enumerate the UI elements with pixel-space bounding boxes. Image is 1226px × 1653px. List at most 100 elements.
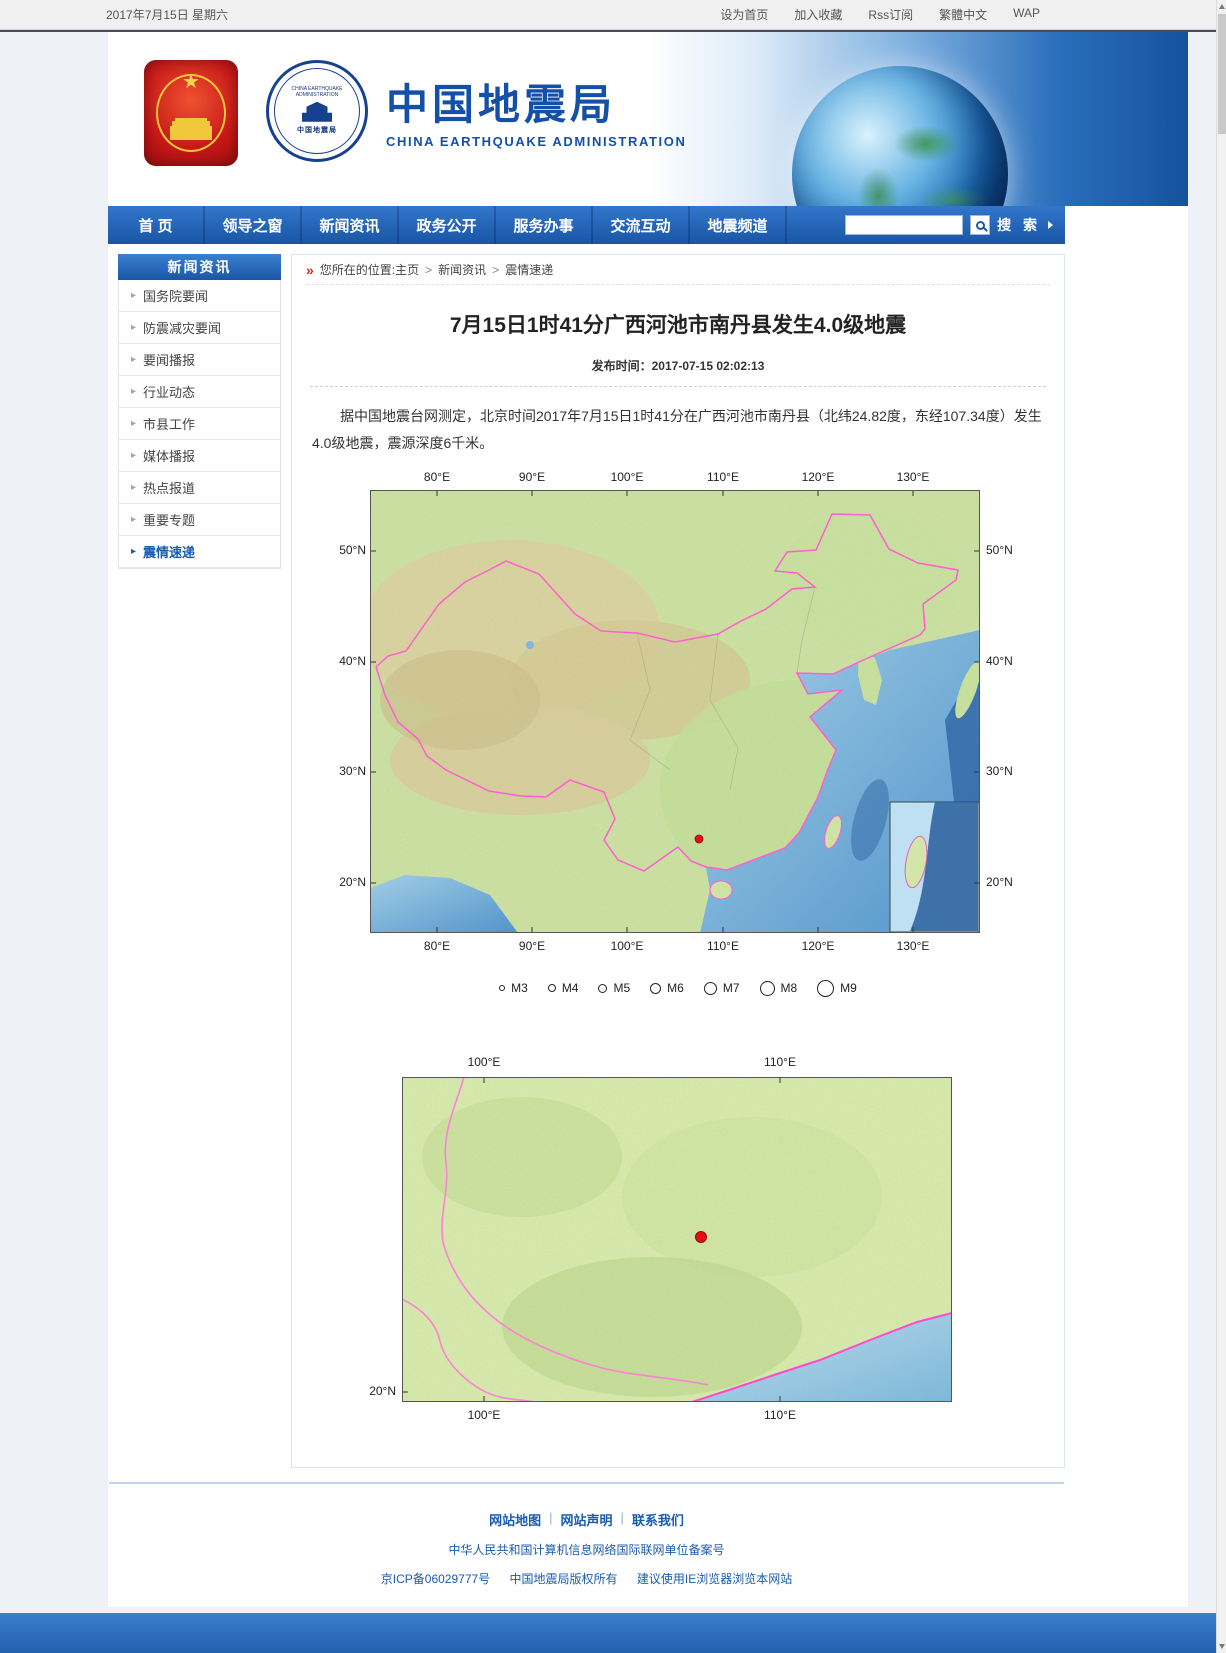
breadcrumb: » 您所在的位置:主页 > 新闻资讯 > 震情速递 [306,255,1050,285]
sidebar-item-important-topics[interactable]: ▸ 重要专题 [119,504,280,536]
scrollbar[interactable] [1216,0,1226,1653]
sidebar-item-label: 要闻播报 [143,350,195,369]
arrow-right-icon: ▸ [131,514,136,525]
cea-badge-icon: CHINA EARTHQUAKE ADMINISTRATION 中国地震局 [266,60,368,162]
sidebar-item-label: 重要专题 [143,510,195,529]
search-submit-label[interactable]: 搜 索 [997,215,1041,235]
article-body: 据中国地震台网测定，北京时间2017年7月15日1时41分在广西河池市南丹县（北… [306,403,1050,458]
lon-tick-label: 130°E [897,939,930,953]
badge-title: 中国地震局 [297,125,337,135]
publish-time-value: 2017-07-15 02:02:13 [652,359,765,373]
scroll-down-icon[interactable] [1219,1644,1225,1649]
sidebar-item-state-council-news[interactable]: ▸国务院要闻 [119,280,280,312]
footer-separator: | [621,1510,624,1529]
lon-tick-label: 90°E [519,939,545,953]
nav-item-earthquake-channel[interactable]: 地震频道 [690,206,787,244]
wap-link[interactable]: WAP [1013,6,1040,23]
sidebar-item-label: 行业动态 [143,382,195,401]
badge-core-icon [302,102,332,122]
gate-icon [170,126,212,140]
current-date: 2017年7月15日 星期六 [106,6,228,23]
arrow-right-icon: ▸ [131,354,136,365]
sidebar-item-label: 震情速递 [143,542,195,561]
sidebar-item-hot-reports[interactable]: ▸ 热点报道 [119,472,280,504]
nav-item-services[interactable]: 服务办事 [496,206,593,244]
lon-tick-label: 100°E [611,470,644,484]
sidebar-item-industry-trends[interactable]: ▸行业动态 [119,376,280,408]
lon-tick-label: 110°E [764,1055,796,1069]
arrow-right-icon: ▸ [131,322,136,333]
search-icon [976,221,985,230]
breadcrumb-separator: > [492,263,499,277]
scroll-up-icon[interactable] [1219,4,1225,9]
search-arrow-icon [1048,221,1053,229]
lon-tick-label: 130°E [897,470,930,484]
dashed-divider [310,386,1046,387]
sidebar-item-earthquake-updates[interactable]: ▸震情速递 [119,536,280,568]
lon-tick-label: 120°E [802,470,835,484]
nav-item-interaction[interactable]: 交流互动 [593,206,690,244]
main-nav: 首 页 领导之窗 新闻资讯 政务公开 服务办事 交流互动 地震频道 搜 索 [108,206,1065,244]
breadcrumb-news[interactable]: 新闻资讯 [438,261,486,278]
sidebar: 新闻资讯 ▸国务院要闻 ▸防震减灾要闻 ▸要闻播报 ▸行业动态 ▸市县工作 ▸媒… [118,254,281,1468]
set-homepage-link[interactable]: 设为首页 [720,6,768,23]
arrow-right-icon: ▸ [131,482,136,493]
search-input[interactable] [845,215,963,235]
page-container: ★ CHINA EARTHQUAKE ADMINISTRATION 中国地震局 … [108,32,1188,1607]
contact-us-link[interactable]: 联系我们 [632,1510,684,1529]
breadcrumb-separator: > [425,263,432,277]
legend-label: M8 [781,981,798,995]
article-box: » 您所在的位置:主页 > 新闻资讯 > 震情速递 7月15日1时41分广西河池… [291,254,1065,1468]
sitemap-link[interactable]: 网站地图 [489,1510,541,1529]
magnitude-circle-icon [548,984,556,992]
sidebar-item-disaster-reduction-news[interactable]: ▸防震减灾要闻 [119,312,280,344]
lon-tick-label: 80°E [424,470,450,484]
china-map-image [370,490,980,933]
lat-tick-label: 20°N [986,875,1013,889]
sidebar-item-media-broadcast[interactable]: ▸媒体播报 [119,440,280,472]
topbar-links: 设为首页 加入收藏 Rss订阅 繁體中文 WAP [720,6,1040,23]
article-title: 7月15日1时41分广西河池市南丹县发生4.0级地震 [306,309,1050,339]
sidebar-item-city-county-work[interactable]: ▸ 市县工作 [119,408,280,440]
lat-tick-label: 40°N [986,654,1013,668]
site-footer: 网站地图 | 网站声明 | 联系我们 中华人民共和国计算机信息网络国际联网单位备… [108,1484,1065,1607]
sidebar-item-news-broadcast[interactable]: ▸ 要闻播报 [119,344,280,376]
region-map-block: 100°E 110°E 20°N 100°E 110°E [358,1053,998,1437]
breadcrumb-earthquake-updates[interactable]: 震情速递 [505,261,553,278]
topbar: 2017年7月15日 星期六 设为首页 加入收藏 Rss订阅 繁體中文 WAP [0,0,1216,30]
lat-tick-label: 40°N [336,654,366,668]
arrow-right-icon: ▸ [131,418,136,429]
site-subtitle: CHINA EARTHQUAKE ADMINISTRATION [386,134,686,149]
epicenter-dot [695,835,703,843]
magnitude-circle-icon [499,985,505,991]
breadcrumb-home[interactable]: 您所在的位置:主页 [320,261,419,278]
bottom-band [0,1613,1216,1653]
star-icon: ★ [144,72,238,92]
sidebar-item-label: 热点报道 [143,478,195,497]
add-favorite-link[interactable]: 加入收藏 [794,6,842,23]
lat-tick-label: 30°N [986,764,1013,778]
browser-advice: 建议使用IE浏览器浏览本网站 [637,1572,792,1586]
legend-label: M6 [667,981,684,995]
taiwan-inset [890,802,979,932]
site-title: 中国地震局 [386,84,686,126]
lon-tick-label: 90°E [519,470,545,484]
lon-tick-label: 110°E [707,939,739,953]
sidebar-item-label: 媒体播报 [143,446,195,465]
nav-item-news[interactable]: 新闻资讯 [302,206,399,244]
sidebar-item-label: 市县工作 [143,414,195,433]
lon-tick-label: 110°E [764,1408,796,1422]
magnitude-legend: M3 M4 M5 M6 M7 M8 M9 [306,980,1050,997]
arrow-right-icon: ▸ [131,290,136,301]
nav-item-gov-affairs[interactable]: 政务公开 [399,206,496,244]
copyright-text: 中国地震局版权所有 [510,1572,618,1586]
site-statement-link[interactable]: 网站声明 [560,1510,612,1529]
search-button[interactable] [970,215,990,235]
lat-tick-label: 50°N [986,543,1013,557]
rss-link[interactable]: Rss订阅 [868,6,913,23]
traditional-chinese-link[interactable]: 繁體中文 [939,6,987,23]
nav-item-home[interactable]: 首 页 [108,206,205,244]
scrollbar-thumb[interactable] [1218,14,1226,134]
publish-time-label: 发布时间： [592,359,652,373]
nav-item-leaders[interactable]: 领导之窗 [205,206,302,244]
